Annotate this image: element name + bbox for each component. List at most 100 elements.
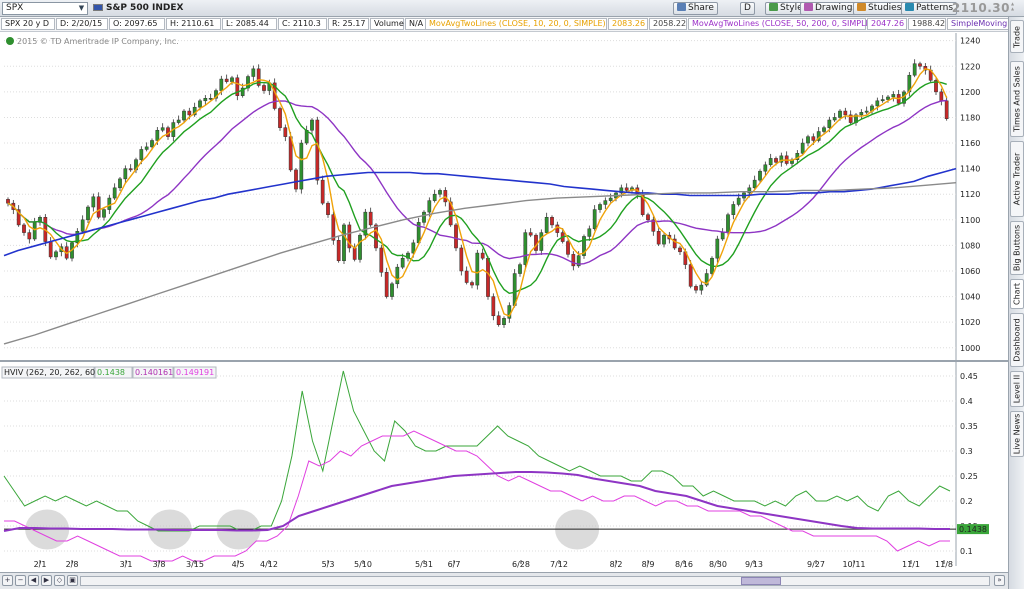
candle[interactable] [294, 169, 298, 190]
candle[interactable] [262, 85, 266, 91]
sidebar-tab-live-news[interactable]: Live News [1010, 411, 1024, 457]
candle[interactable] [832, 117, 837, 121]
candle[interactable] [592, 209, 597, 230]
sidebar-tab-active-trader[interactable]: Active Trader [1010, 141, 1024, 217]
candle[interactable] [358, 234, 362, 260]
candle[interactable] [731, 204, 736, 215]
time-scrollbar[interactable] [80, 576, 990, 586]
candle[interactable] [86, 206, 90, 221]
candle[interactable] [598, 204, 602, 210]
settings-icon[interactable]: ▣ [67, 575, 78, 586]
candle[interactable] [427, 200, 432, 213]
sidebar-tab-times-and-sales[interactable]: Times And Sales [1010, 61, 1024, 137]
candle[interactable] [464, 270, 469, 283]
candle[interactable] [331, 214, 336, 241]
candle[interactable] [283, 127, 288, 137]
candle[interactable] [496, 315, 501, 325]
candle[interactable] [224, 78, 229, 82]
candle[interactable] [112, 187, 117, 199]
candle[interactable] [736, 197, 741, 205]
pan-right-icon[interactable]: ▶ [41, 575, 52, 586]
candle[interactable] [422, 211, 426, 223]
candle[interactable] [544, 217, 549, 233]
candle[interactable] [768, 158, 773, 166]
candle[interactable] [470, 282, 474, 286]
chart-area[interactable]: 1000 1020 1040 1060 1080 1100 1120 1140 1160 1180… [0, 0, 1008, 572]
sidebar-tab-big-buttons[interactable]: Big Buttons [1010, 221, 1024, 275]
candle[interactable] [107, 197, 112, 210]
candle[interactable] [859, 112, 864, 116]
candle[interactable] [875, 100, 880, 107]
candle[interactable] [688, 264, 693, 287]
candle[interactable] [523, 232, 528, 265]
candle[interactable] [480, 252, 485, 259]
candle[interactable] [160, 127, 165, 131]
candle[interactable] [656, 231, 661, 245]
candle[interactable] [454, 224, 458, 249]
candle[interactable] [352, 247, 357, 260]
candle[interactable] [182, 110, 186, 121]
candle[interactable] [763, 164, 768, 172]
candle[interactable] [176, 119, 181, 123]
candle[interactable] [678, 247, 682, 253]
candle[interactable] [326, 202, 330, 215]
candle[interactable] [694, 286, 698, 291]
candle[interactable] [187, 110, 192, 116]
candle[interactable] [800, 142, 805, 154]
scroll-end-icon[interactable]: » [994, 575, 1005, 586]
candle[interactable] [486, 257, 490, 297]
candle[interactable] [208, 98, 213, 100]
candle[interactable] [336, 240, 341, 262]
candle[interactable] [571, 254, 576, 267]
sidebar-tab-level-ii[interactable]: Level II [1010, 371, 1024, 407]
candle[interactable] [864, 110, 869, 113]
candle[interactable] [662, 234, 666, 245]
candle[interactable] [720, 232, 725, 240]
candle[interactable] [918, 63, 922, 67]
candle[interactable] [128, 168, 133, 171]
candle[interactable] [528, 232, 533, 236]
candle[interactable] [491, 296, 496, 317]
candle[interactable] [475, 252, 480, 286]
candle[interactable] [96, 196, 101, 218]
candle[interactable] [219, 78, 224, 91]
sidebar-tab-trade[interactable]: Trade [1010, 20, 1024, 53]
candle[interactable] [806, 136, 810, 144]
candle[interactable] [32, 222, 37, 240]
price-pane[interactable] [0, 33, 956, 358]
candle[interactable] [374, 224, 378, 249]
candle[interactable] [251, 68, 256, 77]
candle[interactable] [368, 211, 373, 226]
candle[interactable] [315, 119, 320, 181]
candle[interactable] [150, 140, 154, 148]
candle[interactable] [395, 266, 400, 285]
candle[interactable] [939, 91, 944, 102]
candle[interactable] [155, 129, 160, 141]
pan-left-icon[interactable]: ◀ [28, 575, 39, 586]
candle[interactable] [22, 224, 26, 233]
reset-icon[interactable]: ◇ [54, 575, 65, 586]
candle[interactable] [608, 197, 613, 201]
zoom-in-icon[interactable]: + [2, 575, 13, 586]
candle[interactable] [811, 136, 816, 141]
candle[interactable] [550, 217, 554, 226]
candle[interactable] [80, 219, 85, 232]
candle[interactable] [880, 99, 885, 102]
candle[interactable] [843, 110, 848, 116]
candle[interactable] [886, 96, 890, 100]
candle[interactable] [699, 284, 704, 291]
candle[interactable] [752, 179, 757, 189]
candle[interactable] [144, 146, 149, 150]
candle[interactable] [390, 283, 394, 297]
candle[interactable] [48, 241, 53, 258]
candle[interactable] [6, 199, 10, 204]
candle[interactable] [726, 214, 730, 233]
candle[interactable] [310, 119, 314, 131]
candle[interactable] [603, 200, 608, 205]
candle[interactable] [566, 241, 570, 255]
candle[interactable] [438, 190, 442, 195]
candle[interactable] [299, 142, 304, 190]
candle[interactable] [944, 100, 949, 119]
candle[interactable] [342, 224, 346, 262]
candle[interactable] [102, 209, 106, 218]
